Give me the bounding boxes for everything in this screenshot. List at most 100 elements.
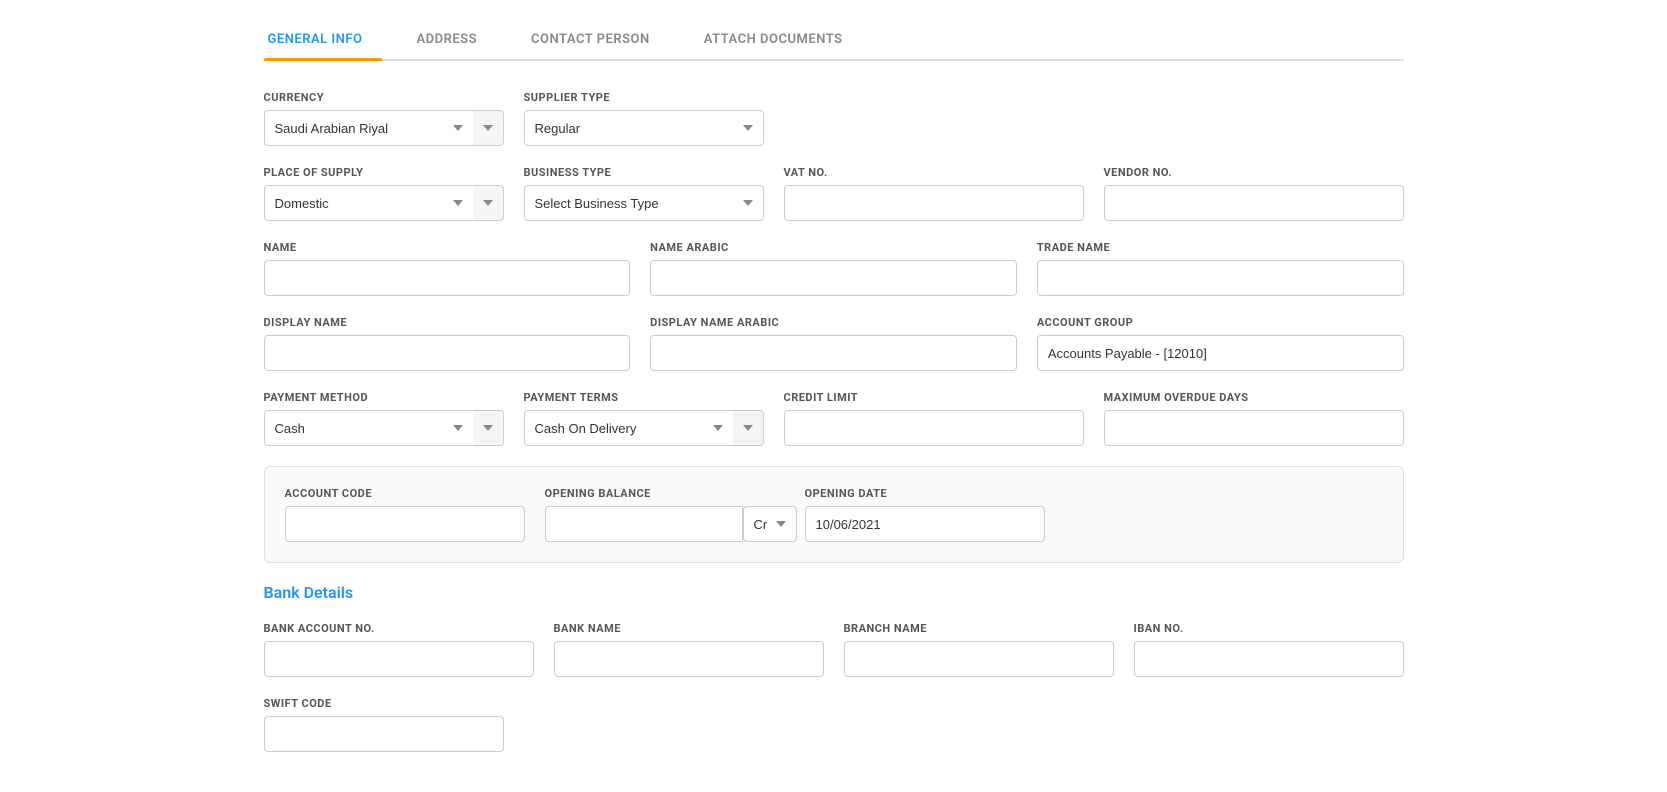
tab-bar: GENERAL INFO ADDRESS CONTACT PERSON ATTA…	[264, 20, 1404, 61]
credit-limit-group: CREDIT LIMIT	[784, 391, 1084, 446]
payment-method-group: PAYMENT METHOD Cash Cheque Bank Transfer	[264, 391, 504, 446]
display-name-label: DISPLAY NAME	[264, 316, 631, 329]
trade-name-group: TRADE NAME	[1037, 241, 1404, 296]
swift-code-input[interactable]	[264, 716, 504, 752]
payment-method-btn[interactable]	[473, 410, 504, 446]
row-display-names: DISPLAY NAME DISPLAY NAME ARABIC ACCOUNT…	[264, 316, 1404, 371]
iban-no-label: IBAN NO.	[1134, 622, 1404, 635]
iban-no-input[interactable]	[1134, 641, 1404, 677]
place-of-supply-group: PLACE OF SUPPLY Domestic International	[264, 166, 504, 221]
row-swift: SWIFT CODE	[264, 697, 1404, 752]
chevron-down-icon	[743, 425, 753, 431]
payment-terms-label: PAYMENT TERMS	[524, 391, 764, 404]
business-type-select[interactable]: Select Business Type Individual Company …	[524, 185, 764, 221]
row-names: NAME NAME ARABIC TRADE NAME	[264, 241, 1404, 296]
currency-dropdown-btn[interactable]	[473, 110, 504, 146]
bank-account-no-label: BANK ACCOUNT NO.	[264, 622, 534, 635]
place-of-supply-label: PLACE OF SUPPLY	[264, 166, 504, 179]
branch-name-label: BRANCH NAME	[844, 622, 1114, 635]
display-name-arabic-group: DISPLAY NAME ARABIC	[650, 316, 1017, 371]
bank-details-section: Bank Details BANK ACCOUNT NO. BANK NAME …	[264, 583, 1404, 752]
payment-method-label: PAYMENT METHOD	[264, 391, 504, 404]
trade-name-label: TRADE NAME	[1037, 241, 1404, 254]
business-type-label: BUSINESS TYPE	[524, 166, 764, 179]
row-supply-business: PLACE OF SUPPLY Domestic International B…	[264, 166, 1404, 221]
name-arabic-input[interactable]	[650, 260, 1017, 296]
currency-label: CURRENCY	[264, 91, 504, 104]
bank-name-input[interactable]	[554, 641, 824, 677]
bank-name-label: BANK NAME	[554, 622, 824, 635]
account-group-group: ACCOUNT GROUP	[1037, 316, 1404, 371]
opening-balance-label: OPENING BALANCE	[545, 487, 785, 500]
branch-name-group: BRANCH NAME	[844, 622, 1114, 677]
currency-group: CURRENCY Saudi Arabian Riyal USD EUR	[264, 91, 504, 146]
max-overdue-days-input[interactable]	[1104, 410, 1404, 446]
trade-name-input[interactable]	[1037, 260, 1404, 296]
chevron-down-icon	[483, 425, 493, 431]
display-name-arabic-input[interactable]	[650, 335, 1017, 371]
payment-terms-btn[interactable]	[733, 410, 764, 446]
account-code-group: ACCOUNT CODE	[285, 487, 525, 542]
max-overdue-days-label: MAXIMUM OVERDUE DAYS	[1104, 391, 1404, 404]
opening-date-label: OPENING DATE	[805, 487, 1045, 500]
account-group-input[interactable]	[1037, 335, 1404, 371]
iban-no-group: IBAN NO.	[1134, 622, 1404, 677]
place-of-supply-btn[interactable]	[473, 185, 504, 221]
name-label: NAME	[264, 241, 631, 254]
vendor-no-group: VENDOR NO.	[1104, 166, 1404, 221]
currency-select-wrapper: Saudi Arabian Riyal USD EUR	[264, 110, 504, 146]
credit-limit-input[interactable]	[784, 410, 1084, 446]
payment-method-wrapper: Cash Cheque Bank Transfer	[264, 410, 504, 446]
name-arabic-group: NAME ARABIC	[650, 241, 1017, 296]
opening-date-input[interactable]	[805, 506, 1045, 542]
tab-general-info[interactable]: GENERAL INFO	[264, 20, 383, 59]
display-name-input[interactable]	[264, 335, 631, 371]
account-group-label: ACCOUNT GROUP	[1037, 316, 1404, 329]
business-type-group: BUSINESS TYPE Select Business Type Indiv…	[524, 166, 764, 221]
tab-contact-person[interactable]: CONTACT PERSON	[527, 20, 670, 59]
name-input[interactable]	[264, 260, 631, 296]
payment-terms-wrapper: Cash On Delivery Net 30 Net 60	[524, 410, 764, 446]
vat-no-group: VAT NO.	[784, 166, 1084, 221]
payment-method-select[interactable]: Cash Cheque Bank Transfer	[264, 410, 473, 446]
opening-balance-row: Cr Dr	[545, 506, 785, 542]
display-name-group: DISPLAY NAME	[264, 316, 631, 371]
tab-attach-documents[interactable]: ATTACH DOCUMENTS	[700, 20, 863, 59]
name-arabic-label: NAME ARABIC	[650, 241, 1017, 254]
chevron-down-icon	[483, 125, 493, 131]
row-currency-supplier: CURRENCY Saudi Arabian Riyal USD EUR SUP…	[264, 91, 1404, 146]
vendor-no-input[interactable]	[1104, 185, 1404, 221]
bank-details-title: Bank Details	[264, 583, 1404, 602]
payment-terms-select[interactable]: Cash On Delivery Net 30 Net 60	[524, 410, 733, 446]
opening-balance-group: OPENING BALANCE Cr Dr	[545, 487, 785, 542]
chevron-down-icon	[483, 200, 493, 206]
display-name-arabic-label: DISPLAY NAME ARABIC	[650, 316, 1017, 329]
credit-limit-label: CREDIT LIMIT	[784, 391, 1084, 404]
bank-account-no-input[interactable]	[264, 641, 534, 677]
branch-name-input[interactable]	[844, 641, 1114, 677]
account-box: ACCOUNT CODE OPENING BALANCE Cr Dr OPENI…	[264, 466, 1404, 563]
row-account: ACCOUNT CODE OPENING BALANCE Cr Dr OPENI…	[285, 487, 1383, 542]
cr-dr-select[interactable]: Cr Dr	[743, 506, 797, 542]
name-group: NAME	[264, 241, 631, 296]
vat-no-label: VAT NO.	[784, 166, 1084, 179]
place-of-supply-select[interactable]: Domestic International	[264, 185, 473, 221]
row-payment: PAYMENT METHOD Cash Cheque Bank Transfer…	[264, 391, 1404, 446]
account-code-input[interactable]	[285, 506, 525, 542]
vendor-no-label: VENDOR NO.	[1104, 166, 1404, 179]
bank-name-group: BANK NAME	[554, 622, 824, 677]
swift-code-label: SWIFT CODE	[264, 697, 504, 710]
general-info-form: CURRENCY Saudi Arabian Riyal USD EUR SUP…	[264, 91, 1404, 752]
swift-code-group: SWIFT CODE	[264, 697, 504, 752]
opening-balance-input[interactable]	[545, 506, 743, 542]
currency-select[interactable]: Saudi Arabian Riyal USD EUR	[264, 110, 473, 146]
opening-date-group: OPENING DATE	[805, 487, 1045, 542]
payment-terms-group: PAYMENT TERMS Cash On Delivery Net 30 Ne…	[524, 391, 764, 446]
supplier-type-select[interactable]: Regular Non-Regular	[524, 110, 764, 146]
vat-no-input[interactable]	[784, 185, 1084, 221]
tab-address[interactable]: ADDRESS	[412, 20, 497, 59]
bank-account-no-group: BANK ACCOUNT NO.	[264, 622, 534, 677]
max-overdue-days-group: MAXIMUM OVERDUE DAYS	[1104, 391, 1404, 446]
supplier-type-group: SUPPLIER TYPE Regular Non-Regular	[524, 91, 764, 146]
row-bank-info: BANK ACCOUNT NO. BANK NAME BRANCH NAME I…	[264, 622, 1404, 677]
